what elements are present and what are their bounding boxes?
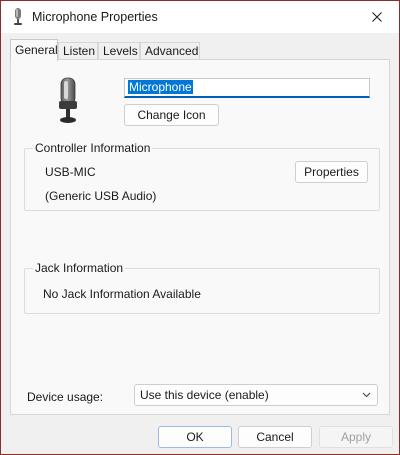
- tab-general[interactable]: General: [10, 39, 58, 61]
- controller-name: USB-MIC: [45, 165, 96, 179]
- title-bar[interactable]: Microphone Properties: [1, 1, 399, 33]
- chevron-down-icon: [362, 392, 371, 398]
- jack-information-text: No Jack Information Available: [43, 287, 201, 301]
- controller-information-group: Controller Information USB-MIC (Generic …: [24, 141, 380, 211]
- controller-properties-button[interactable]: Properties: [295, 161, 368, 183]
- change-icon-button[interactable]: Change Icon: [124, 104, 219, 126]
- device-name-text: Microphone: [128, 80, 193, 94]
- microphone-title-icon: [14, 8, 22, 25]
- device-usage-select[interactable]: Use this device (enable): [134, 384, 378, 406]
- cancel-button[interactable]: Cancel: [238, 426, 312, 448]
- close-button[interactable]: [355, 1, 399, 33]
- tab-levels[interactable]: Levels: [98, 42, 140, 59]
- ok-button[interactable]: OK: [158, 426, 232, 448]
- device-usage-label: Device usage:: [27, 390, 104, 404]
- microphone-icon: [59, 77, 77, 123]
- controller-information-title: Controller Information: [33, 141, 153, 155]
- jack-information-title: Jack Information: [33, 261, 126, 275]
- tab-listen[interactable]: Listen: [58, 42, 98, 59]
- jack-information-group: Jack Information No Jack Information Ava…: [24, 261, 380, 314]
- close-icon: [372, 12, 382, 22]
- apply-button[interactable]: Apply: [319, 426, 393, 448]
- controller-driver: (Generic USB Audio): [45, 189, 157, 203]
- general-tab-panel: Microphone Change Icon Controller Inform…: [10, 59, 390, 415]
- device-usage-value: Use this device (enable): [140, 388, 269, 402]
- properties-window: Microphone Properties General Listen Lev…: [0, 0, 400, 455]
- tab-advanced[interactable]: Advanced: [140, 42, 200, 59]
- device-name-input[interactable]: Microphone: [124, 78, 370, 98]
- window-title: Microphone Properties: [32, 10, 158, 24]
